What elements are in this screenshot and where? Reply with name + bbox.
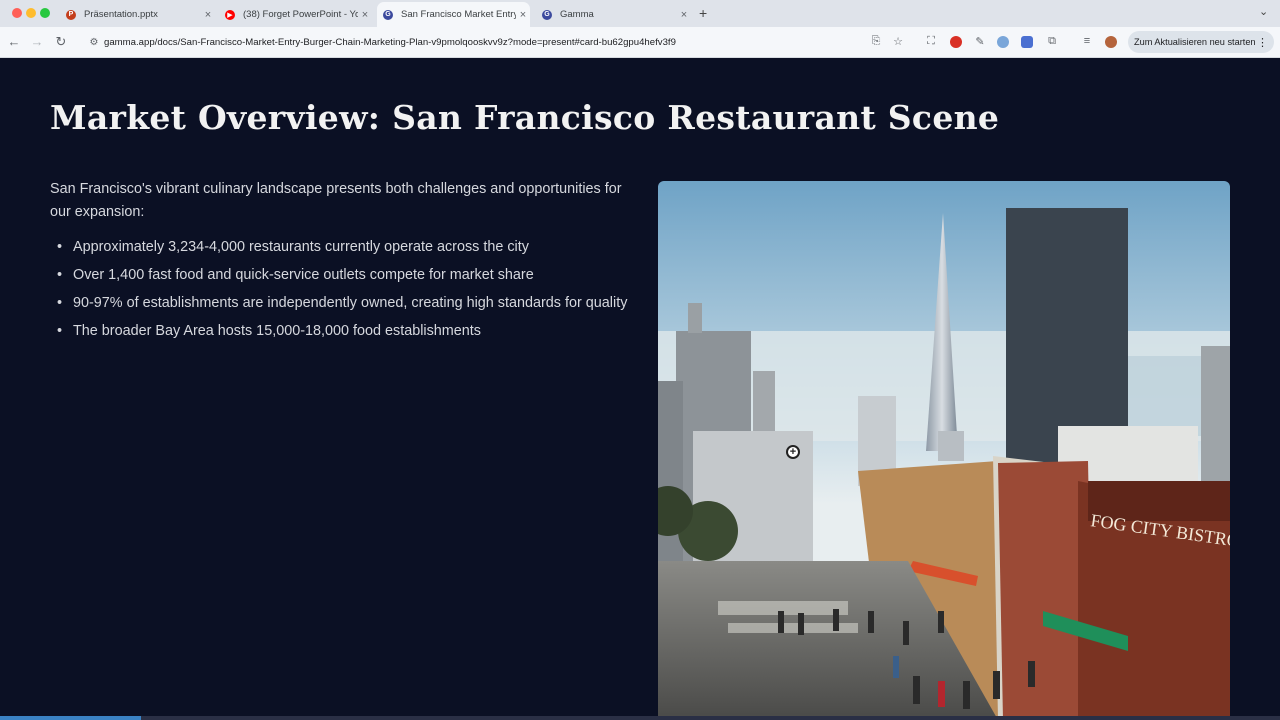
- screenshot-icon[interactable]: ⛶: [924, 35, 938, 48]
- bullet-item: Over 1,400 fast food and quick-service o…: [57, 264, 632, 287]
- reload-button[interactable]: ↻: [53, 34, 69, 50]
- url-text[interactable]: gamma.app/docs/San-Francisco-Market-Entr…: [104, 37, 676, 48]
- zoom-in-cursor-icon: +: [786, 445, 800, 459]
- gamma-icon: G: [383, 9, 393, 20]
- relaunch-button-label: Zum Aktualisieren neu starten: [1134, 37, 1256, 47]
- bullet-item: Approximately 3,234-4,000 restaurants cu…: [57, 236, 632, 259]
- window-zoom-button[interactable]: [40, 8, 50, 18]
- site-settings-icon[interactable]: ⚙: [84, 37, 104, 48]
- adblock-extension-icon[interactable]: [950, 36, 962, 48]
- reading-list-icon[interactable]: ≡: [1080, 35, 1094, 47]
- back-button[interactable]: ←: [6, 34, 22, 49]
- browser-tab-bar: P Präsentation.pptx × ▶ (38) Forget Powe…: [0, 0, 1280, 27]
- close-icon[interactable]: ×: [201, 9, 215, 21]
- browser-toolbar: ← → ↻ ⚙ gamma.app/docs/San-Francisco-Mar…: [0, 27, 1280, 58]
- translate-extension-icon[interactable]: [1021, 36, 1033, 48]
- window-minimize-button[interactable]: [26, 8, 36, 18]
- tab-title: Gamma: [560, 9, 594, 20]
- slide-intro: San Francisco's vibrant culinary landsca…: [50, 181, 622, 220]
- tab-title: San Francisco Market Entry: E: [401, 9, 516, 20]
- city-illustration: FOG CITY BISTRO: [658, 181, 1230, 720]
- bullet-list: Approximately 3,234-4,000 restaurants cu…: [57, 236, 632, 348]
- presentation-progress-bar[interactable]: [0, 716, 1280, 720]
- pen-extension-icon[interactable]: ✎: [973, 35, 987, 48]
- powerpoint-icon: P: [66, 9, 76, 20]
- bookmark-star-icon[interactable]: ☆: [891, 35, 905, 48]
- close-icon[interactable]: ×: [516, 9, 530, 21]
- tab-presentation-pptx[interactable]: P Präsentation.pptx ×: [60, 2, 215, 27]
- presentation-slide: Market Overview: San Francisco Restauran…: [0, 58, 1280, 720]
- window-close-button[interactable]: [12, 8, 22, 18]
- more-menu-icon[interactable]: ⋮: [1257, 36, 1268, 49]
- tab-search-chevron-icon[interactable]: ⌄: [1259, 5, 1268, 18]
- extension-globe-icon[interactable]: [997, 36, 1009, 48]
- tab-youtube[interactable]: ▶ (38) Forget PowerPoint - You ×: [219, 2, 372, 27]
- close-icon[interactable]: ×: [358, 9, 372, 21]
- bullet-item: 90-97% of establishments are independent…: [57, 292, 632, 315]
- youtube-icon: ▶: [225, 9, 235, 20]
- tab-title: (38) Forget PowerPoint - You: [243, 9, 358, 20]
- tab-gamma[interactable]: G Gamma ×: [536, 2, 691, 27]
- city-street-image[interactable]: FOG CITY BISTRO: [658, 181, 1230, 720]
- address-bar[interactable]: ⚙ gamma.app/docs/San-Francisco-Market-En…: [80, 30, 915, 55]
- new-tab-button[interactable]: +: [699, 5, 707, 21]
- tab-title: Präsentation.pptx: [84, 9, 158, 20]
- progress-fill: [0, 716, 141, 720]
- install-app-icon[interactable]: ⎘: [869, 35, 883, 48]
- forward-button[interactable]: →: [29, 34, 45, 49]
- relaunch-to-update-button[interactable]: Zum Aktualisieren neu starten ⋮: [1128, 31, 1274, 53]
- extensions-puzzle-icon[interactable]: ⧉: [1045, 35, 1059, 48]
- bullet-item: The broader Bay Area hosts 15,000-18,000…: [57, 320, 632, 343]
- tab-san-francisco-market-entry[interactable]: G San Francisco Market Entry: E ×: [377, 2, 530, 27]
- gamma-icon: G: [542, 9, 552, 20]
- slide-title: Market Overview: San Francisco Restauran…: [50, 98, 1000, 137]
- profile-avatar[interactable]: [1105, 36, 1117, 48]
- close-icon[interactable]: ×: [677, 9, 691, 21]
